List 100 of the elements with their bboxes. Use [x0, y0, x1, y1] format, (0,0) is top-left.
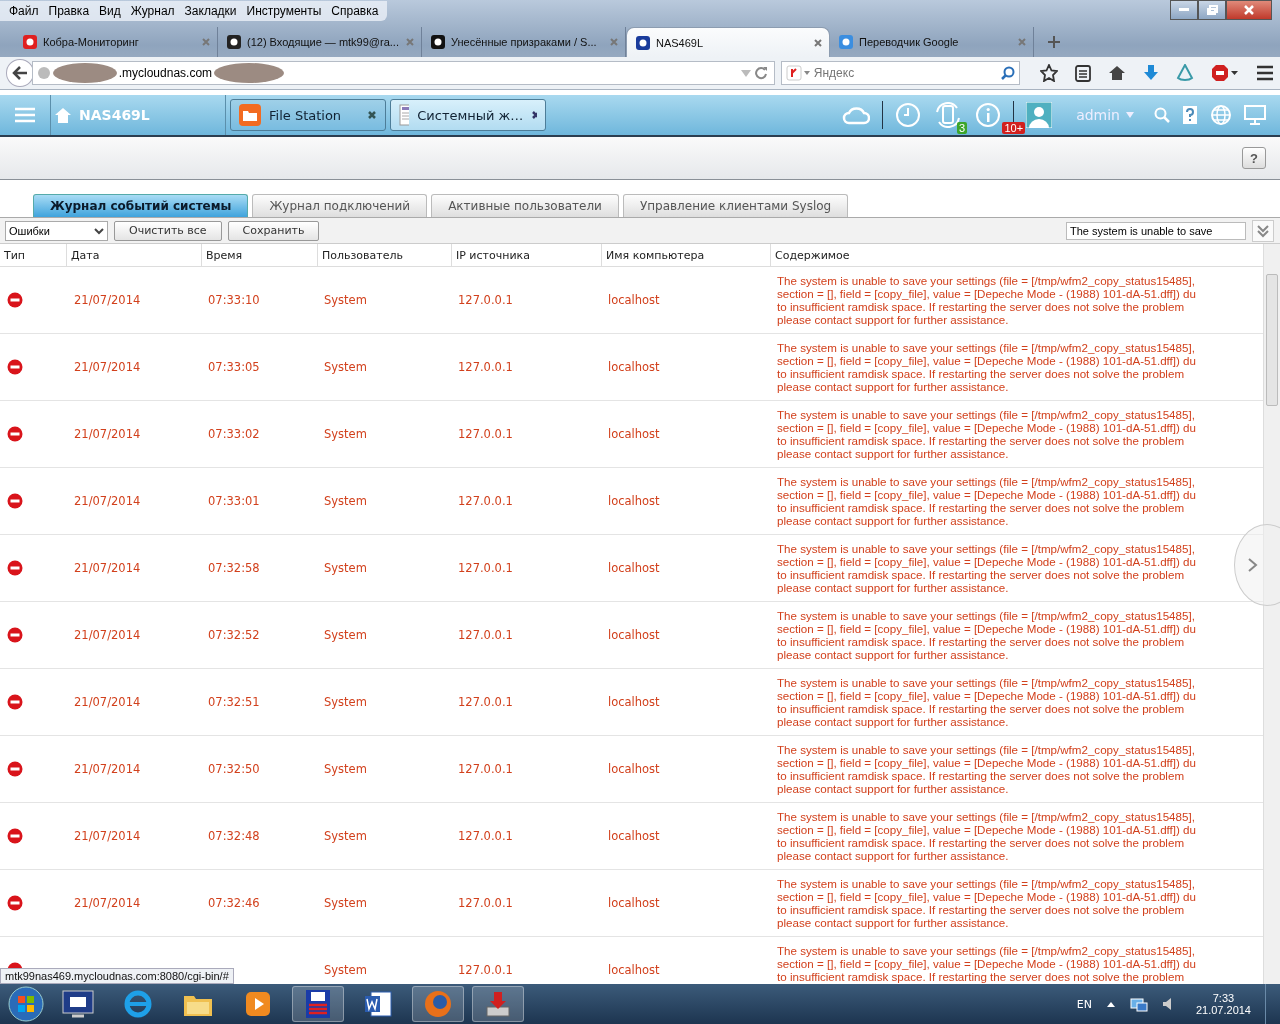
favicon-icon — [22, 34, 38, 50]
menu-item[interactable]: Инструменты — [241, 4, 327, 18]
column-header[interactable]: Тип — [0, 244, 67, 266]
table-cell: 21/07/2014 — [74, 360, 141, 374]
count-badge: 10+ — [1002, 122, 1026, 134]
menu-item[interactable]: Журнал — [125, 4, 180, 18]
table-cell: 07:33:05 — [208, 360, 260, 374]
log-message: The system is unable to save your settings (file = [/tmp/wfm2_copy_status15485], section = [], field = [copy_file], value = [Depeche Mode - (1988) 101-dA-51.dff]) du to insufficient ramdisk space. If restarting the server does not solve the problem please contact support for further assistance. — [777, 274, 1197, 326]
column-header[interactable]: Время — [202, 244, 318, 266]
log-message: The system is unable to save your settings (file = [/tmp/wfm2_copy_status15485], section = [], field = [copy_file], value = [Depeche Mode - (1988) 101-dA-51.dff]) du to insufficient ramdisk space. If restarting the server does not solve the problem — [777, 944, 1197, 983]
clock[interactable]: 7:33 21.07.2014 — [1195, 992, 1251, 1016]
redaction-mark — [214, 63, 285, 83]
bookmark-star-icon[interactable] — [1040, 64, 1058, 82]
error-icon — [7, 761, 23, 777]
firefox-icon[interactable] — [412, 986, 464, 1022]
start-button[interactable] — [8, 986, 44, 1022]
search-field[interactable]: The system is unable to save — [1066, 221, 1246, 240]
table-cell: System — [324, 561, 367, 575]
table-cell: 127.0.0.1 — [458, 561, 513, 575]
log-message: The system is unable to save your settings (file = [/tmp/wfm2_copy_status15485], section = [], field = [copy_file], value = [Depeche Mode - (1988) 101-dA-51.dff]) du to insufficient ramdisk space. If restarting the server does not solve the problem please contact support for further assistance. — [777, 743, 1197, 795]
log-tab[interactable]: Активные пользователи — [431, 194, 619, 217]
menu-item[interactable]: Вид — [94, 4, 126, 18]
error-icon — [7, 359, 23, 375]
table-cell: 21/07/2014 — [74, 628, 141, 642]
error-icon — [7, 292, 23, 308]
table-cell: 21/07/2014 — [74, 293, 141, 307]
table-cell: localhost — [608, 427, 660, 441]
menu-icon[interactable] — [1256, 65, 1274, 81]
home-icon[interactable] — [1108, 65, 1126, 81]
app-tab[interactable]: File Station — [230, 99, 386, 131]
menu-item[interactable]: Правка — [43, 4, 95, 18]
table-cell: 21/07/2014 — [74, 829, 141, 843]
avatar-icon — [1026, 102, 1053, 128]
new-tab-icon[interactable] — [1048, 36, 1060, 48]
column-header[interactable]: IP источника — [452, 244, 602, 266]
toolbar-button[interactable]: Сохранить — [227, 220, 320, 241]
table-cell: localhost — [608, 896, 660, 910]
error-icon — [7, 426, 23, 442]
menu-item[interactable]: Справка — [326, 4, 384, 18]
menu-icon — [15, 107, 35, 123]
menu-item[interactable]: Файл — [4, 4, 44, 18]
tray-expand-icon[interactable] — [1105, 1000, 1116, 1008]
search-field[interactable]: Яндекс — [780, 61, 1020, 85]
back-button[interactable] — [6, 59, 34, 87]
download-icon[interactable] — [1143, 64, 1159, 82]
help-button[interactable]: ? — [1242, 147, 1266, 169]
table-cell: 07:33:01 — [208, 494, 260, 508]
caret-icon — [1126, 112, 1134, 118]
close-button[interactable] — [1226, 0, 1272, 20]
download-manager-icon[interactable] — [472, 986, 524, 1022]
close-tab-icon[interactable] — [813, 37, 823, 48]
table-cell: 07:32:50 — [208, 762, 260, 776]
column-header[interactable]: Дата — [67, 244, 202, 266]
minimize-button[interactable] — [1170, 0, 1198, 20]
table-cell: 127.0.0.1 — [458, 695, 513, 709]
chevron-right-icon — [1247, 557, 1259, 573]
search-icon[interactable] — [1001, 66, 1015, 80]
volume-icon[interactable] — [1161, 997, 1174, 1011]
reload-icon[interactable] — [753, 66, 768, 80]
log-tab[interactable]: Управление клиентами Syslog — [622, 194, 849, 217]
address-bar[interactable]: .mycloudnas.com — [31, 61, 775, 85]
table-cell: 07:32:51 — [208, 695, 260, 709]
toolbar-button[interactable]: Очистить все — [114, 220, 222, 241]
table-cell: 127.0.0.1 — [458, 628, 513, 642]
app-tab[interactable]: Системный ж… — [390, 99, 546, 131]
table-cell: 07:32:48 — [208, 829, 260, 843]
table-cell: 07:33:02 — [208, 427, 260, 441]
language-indicator[interactable]: EN — [1076, 997, 1092, 1011]
browser-tab[interactable]: NAS469L — [626, 27, 830, 57]
table-cell: localhost — [608, 360, 660, 374]
adblock-icon[interactable] — [1211, 64, 1239, 82]
bookmarks-list-icon[interactable] — [1075, 64, 1091, 82]
expand-button[interactable] — [1252, 219, 1274, 242]
log-message: The system is unable to save your settings (file = [/tmp/wfm2_copy_status15485], section = [], field = [copy_file], value = [Depeche Mode - (1988) 101-dA-51.dff]) du to insufficient ramdisk space. If restarting the server does not solve the problem please contact support for further assistance. — [777, 609, 1197, 661]
log-tab[interactable]: Журнал событий системы — [33, 194, 249, 217]
scrollbar[interactable] — [1263, 244, 1280, 984]
help-icon[interactable] — [1182, 105, 1198, 125]
error-icon — [7, 895, 23, 911]
table-cell: System — [324, 628, 367, 642]
column-header[interactable]: Имя компьютера — [602, 244, 771, 266]
table-cell: 21/07/2014 — [74, 494, 141, 508]
table-cell: System — [324, 695, 367, 709]
table-cell: localhost — [608, 293, 660, 307]
table-cell: localhost — [608, 695, 660, 709]
menu-item[interactable]: Закладки — [179, 4, 242, 18]
column-header[interactable]: Пользователь — [318, 244, 452, 266]
table-cell: localhost — [608, 561, 660, 575]
floppy-app-icon[interactable] — [292, 986, 344, 1022]
log-message: The system is unable to save your settings (file = [/tmp/wfm2_copy_status15485], section = [], field = [copy_file], value = [Depeche Mode - (1988) 101-dA-51.dff]) du to insufficient ramdisk space. If restarting the server does not solve the problem please contact support for further assistance. — [777, 341, 1197, 393]
log-message: The system is unable to save your settings (file = [/tmp/wfm2_copy_status15485], section = [], field = [copy_file], value = [Depeche Mode - (1988) 101-dA-51.dff]) du to insufficient ramdisk space. If restarting the server does not solve the problem please contact support for further assistance. — [777, 877, 1197, 929]
restore-button[interactable] — [1198, 0, 1226, 20]
table-cell: localhost — [608, 762, 660, 776]
table-cell: 21/07/2014 — [74, 561, 141, 575]
log-tab[interactable]: Журнал подключений — [252, 194, 428, 217]
back-arrow-icon — [11, 66, 28, 80]
filter-dropdown[interactable]: Ошибки — [5, 220, 108, 241]
network-icon[interactable] — [1129, 996, 1148, 1012]
globe-icon — [36, 66, 51, 80]
table-cell: 21/07/2014 — [74, 896, 141, 910]
log-message: The system is unable to save your settings (file = [/tmp/wfm2_copy_status15485], section = [], field = [copy_file], value = [Depeche Mode - (1988) 101-dA-51.dff]) du to insufficient ramdisk space. If restarting the server does not solve the problem please contact support for further assistance. — [777, 408, 1197, 460]
